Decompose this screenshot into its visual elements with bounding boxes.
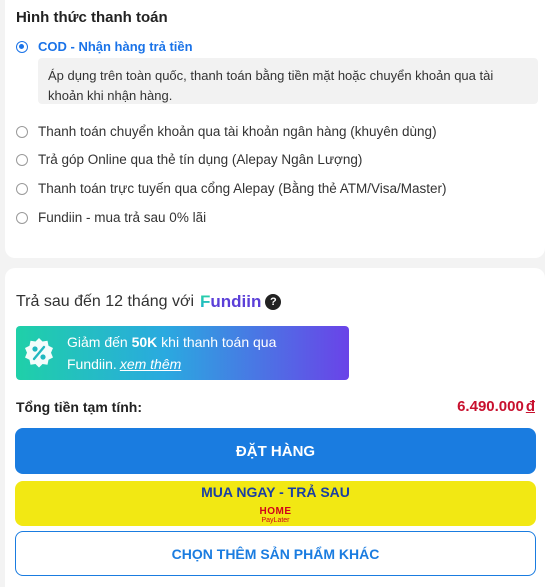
radio-icon[interactable] [16,125,28,138]
promo-text: Giảm đến 50K khi thanh toán qua Fundiin.… [67,331,276,375]
payment-option-fundiin[interactable]: Fundiin - mua trả sau 0% lãi [16,210,206,225]
radio-icon[interactable] [16,211,28,224]
promo-see-more-link[interactable]: xem thêm [120,356,181,372]
total-label: Tổng tiền tạm tính: [16,398,142,415]
promo-line2: Fundiin. [67,356,117,372]
promo-prefix: Giảm đến [67,334,128,350]
buy-now-pay-later-button[interactable]: MUA NGAY - TRẢ SAU HOME PayLater [15,481,536,526]
place-order-button[interactable]: ĐẶT HÀNG [15,428,536,474]
promo-suffix: khi thanh toán qua [161,334,277,350]
total-value: 6.490.000 đ [457,398,535,415]
payment-option-label: COD - Nhận hàng trả tiền [38,39,193,54]
payment-option-installment[interactable]: Trả góp Online qua thẻ tín dụng (Alepay … [16,152,362,167]
home-logo-text: HOME [259,505,292,517]
fundiin-intro: Trả sau đến 12 tháng với Fundiin ? [16,292,282,312]
payment-option-cod[interactable]: COD - Nhận hàng trả tiền [16,39,193,54]
cod-description: Áp dụng trên toàn quốc, thanh toán bằng … [38,58,538,104]
total-row: Tổng tiền tạm tính: 6.490.000 đ [16,398,535,415]
fundiin-logo: Fundiin [200,292,261,312]
payment-option-label: Thanh toán chuyển khoản qua tài khoản ng… [38,124,437,139]
total-amount: 6.490.000 [457,398,524,415]
radio-checked-icon[interactable] [16,40,28,53]
bnpl-label: MUA NGAY - TRẢ SAU [201,483,350,500]
currency-symbol: đ [525,398,535,415]
payment-method-card: Hình thức thanh toán COD - Nhận hàng trả… [5,0,545,258]
fundiin-logo-rest: undiin [210,292,262,311]
help-icon[interactable]: ? [265,294,282,310]
home-paylater-logo: HOME PayLater [260,502,292,524]
payment-option-bank-transfer[interactable]: Thanh toán chuyển khoản qua tài khoản ng… [16,124,437,139]
payment-method-title: Hình thức thanh toán [16,9,168,26]
fundiin-logo-f: F [200,292,211,311]
payment-option-alepay[interactable]: Thanh toán trực tuyến qua cổng Alepay (B… [16,181,447,196]
radio-icon[interactable] [16,182,28,195]
fundiin-intro-text: Trả sau đến 12 tháng với [16,293,195,310]
percent-badge-icon [23,337,55,369]
promo-amount: 50K [131,334,158,350]
radio-icon[interactable] [16,153,28,166]
payment-option-label: Fundiin - mua trả sau 0% lãi [38,210,207,225]
choose-more-products-button[interactable]: CHỌN THÊM SẢN PHẨM KHÁC [15,531,536,576]
payment-option-label: Thanh toán trực tuyến qua cổng Alepay (B… [38,181,447,196]
order-summary-card: Trả sau đến 12 tháng với Fundiin ? Giảm … [5,268,545,587]
fundiin-promo-banner[interactable]: Giảm đến 50K khi thanh toán qua Fundiin.… [16,326,349,380]
paylater-logo-text: PayLater [261,516,290,524]
payment-option-label: Trả góp Online qua thẻ tín dụng (Alepay … [38,152,363,167]
